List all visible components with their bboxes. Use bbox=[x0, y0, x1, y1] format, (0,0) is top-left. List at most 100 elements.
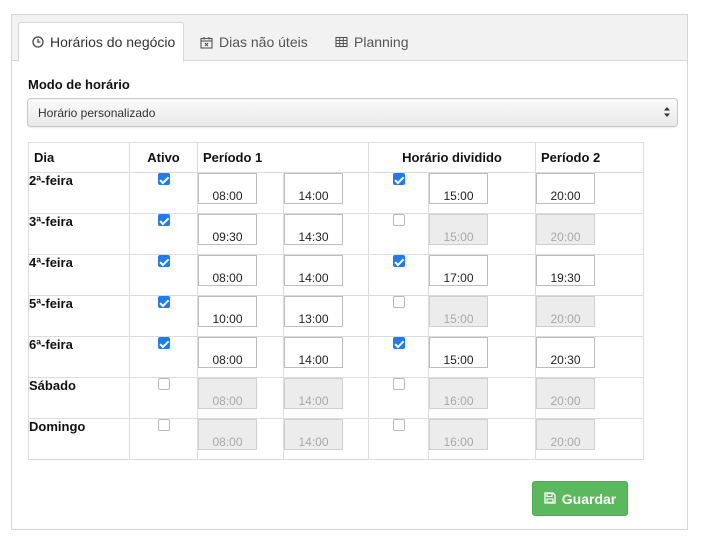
period-1-start-input[interactable]: 08:00 bbox=[198, 255, 257, 286]
tab-label: Dias não úteis bbox=[219, 34, 308, 50]
period-2-start-input[interactable]: 15:00 bbox=[429, 173, 488, 204]
period-2-end-input[interactable]: 20:00 bbox=[536, 296, 595, 327]
period-1-start-input[interactable]: 08:00 bbox=[198, 337, 257, 368]
period-1-end-cell: 14:00 bbox=[283, 172, 369, 214]
tab-label: Horários do negócio bbox=[50, 34, 176, 50]
active-checkbox[interactable] bbox=[157, 255, 170, 267]
schedule-mode-select[interactable]: Horário personalizado bbox=[27, 98, 678, 127]
split-schedule-checkbox[interactable] bbox=[392, 173, 405, 185]
table-row: 5ª-feira 10:00 13:00 15:00 20:00 bbox=[28, 295, 644, 337]
active-checkbox[interactable] bbox=[157, 337, 170, 349]
period-1-end-input[interactable]: 14:00 bbox=[284, 173, 343, 204]
active-checkbox[interactable] bbox=[157, 296, 170, 308]
clock-icon bbox=[32, 36, 44, 48]
active-checkbox[interactable] bbox=[157, 419, 170, 431]
active-checkbox[interactable] bbox=[157, 173, 170, 185]
period-2-end-input[interactable]: 20:00 bbox=[536, 378, 595, 409]
period-1-end-input[interactable]: 14:00 bbox=[284, 419, 343, 450]
period-2-start-cell: 17:00 bbox=[428, 254, 536, 296]
split-schedule-checkbox[interactable] bbox=[392, 337, 405, 349]
day-name: 5ª-feira bbox=[28, 295, 130, 337]
split-cell bbox=[368, 295, 429, 337]
period-2-start-input[interactable]: 17:00 bbox=[429, 255, 488, 286]
table-header-row: Dia Ativo Período 1 Horário dividido Per… bbox=[28, 142, 644, 173]
active-cell bbox=[129, 418, 198, 460]
period-2-end-input[interactable]: 20:30 bbox=[536, 337, 595, 368]
period-2-end-cell: 20:00 bbox=[535, 377, 644, 419]
split-cell bbox=[368, 336, 429, 378]
period-1-end-input[interactable]: 14:00 bbox=[284, 255, 343, 286]
period-2-end-input[interactable]: 19:30 bbox=[536, 255, 595, 286]
period-1-end-input[interactable]: 13:00 bbox=[284, 296, 343, 327]
split-schedule-checkbox[interactable] bbox=[392, 378, 405, 390]
period-2-end-cell: 20:00 bbox=[535, 213, 644, 255]
period-1-start-cell: 08:00 bbox=[197, 254, 284, 296]
period-1-start-input[interactable]: 10:00 bbox=[198, 296, 257, 327]
split-cell bbox=[368, 172, 429, 214]
day-name: 2ª-feira bbox=[28, 172, 130, 214]
split-schedule-checkbox[interactable] bbox=[392, 214, 405, 226]
period-1-end-cell: 14:00 bbox=[283, 254, 369, 296]
day-name: 4ª-feira bbox=[28, 254, 130, 296]
day-name: 6ª-feira bbox=[28, 336, 130, 378]
split-cell bbox=[368, 213, 429, 255]
period-1-start-cell: 10:00 bbox=[197, 295, 284, 337]
calendar-x-icon bbox=[200, 36, 213, 49]
table-row: 6ª-feira 08:00 14:00 15:00 20:30 bbox=[28, 336, 644, 378]
period-2-start-cell: 15:00 bbox=[428, 295, 536, 337]
period-1-start-cell: 08:00 bbox=[197, 418, 284, 460]
active-cell bbox=[129, 336, 198, 378]
tab-label: Planning bbox=[354, 34, 409, 50]
split-schedule-checkbox[interactable] bbox=[392, 419, 405, 431]
period-2-start-input[interactable]: 15:00 bbox=[429, 214, 488, 245]
period-1-start-input[interactable]: 09:30 bbox=[198, 214, 257, 245]
header-active: Ativo bbox=[129, 142, 198, 173]
period-2-start-input[interactable]: 15:00 bbox=[429, 296, 488, 327]
period-1-end-input[interactable]: 14:00 bbox=[284, 378, 343, 409]
period-1-end-cell: 14:30 bbox=[283, 213, 369, 255]
period-2-start-input[interactable]: 16:00 bbox=[429, 419, 488, 450]
table-icon bbox=[335, 36, 348, 48]
table-row: Domingo 08:00 14:00 16:00 20:00 bbox=[28, 418, 644, 460]
active-checkbox[interactable] bbox=[157, 214, 170, 226]
tab-non-working-days[interactable]: Dias não úteis bbox=[199, 22, 319, 62]
active-cell bbox=[129, 295, 198, 337]
day-name: Sábado bbox=[28, 377, 130, 419]
period-2-end-input[interactable]: 20:00 bbox=[536, 419, 595, 450]
period-1-end-cell: 14:00 bbox=[283, 377, 369, 419]
tab-business-hours[interactable]: Horários do negócio bbox=[18, 22, 184, 62]
period-1-end-input[interactable]: 14:30 bbox=[284, 214, 343, 245]
save-button[interactable]: Guardar bbox=[532, 481, 628, 516]
business-hours-panel: Horários do negócio Dias não úteis Plann… bbox=[11, 14, 688, 530]
period-1-end-input[interactable]: 14:00 bbox=[284, 337, 343, 368]
period-2-start-cell: 15:00 bbox=[428, 213, 536, 255]
split-cell bbox=[368, 254, 429, 296]
schedule-mode-label: Modo de horário bbox=[28, 77, 130, 92]
period-2-end-cell: 20:00 bbox=[535, 172, 644, 214]
period-1-start-input[interactable]: 08:00 bbox=[198, 173, 257, 204]
split-schedule-checkbox[interactable] bbox=[392, 296, 405, 308]
period-1-start-cell: 09:30 bbox=[197, 213, 284, 255]
period-1-start-input[interactable]: 08:00 bbox=[198, 419, 257, 450]
tab-bar: Horários do negócio Dias não úteis Plann… bbox=[12, 15, 687, 62]
period-2-start-cell: 15:00 bbox=[428, 172, 536, 214]
period-1-start-input[interactable]: 08:00 bbox=[198, 378, 257, 409]
split-cell bbox=[368, 377, 429, 419]
schedule-table: Dia Ativo Período 1 Horário dividido Per… bbox=[28, 142, 644, 460]
active-checkbox[interactable] bbox=[157, 378, 170, 390]
period-2-end-input[interactable]: 20:00 bbox=[536, 173, 595, 204]
period-2-end-cell: 19:30 bbox=[535, 254, 644, 296]
split-schedule-checkbox[interactable] bbox=[392, 255, 405, 267]
period-2-start-input[interactable]: 15:00 bbox=[429, 337, 488, 368]
save-icon bbox=[544, 491, 556, 507]
table-row: Sábado 08:00 14:00 16:00 20:00 bbox=[28, 377, 644, 419]
period-1-end-cell: 14:00 bbox=[283, 418, 369, 460]
period-2-end-input[interactable]: 20:00 bbox=[536, 214, 595, 245]
schedule-mode-value: Horário personalizado bbox=[38, 106, 156, 120]
period-2-start-cell: 15:00 bbox=[428, 336, 536, 378]
tab-planning[interactable]: Planning bbox=[334, 22, 424, 62]
period-2-start-input[interactable]: 16:00 bbox=[429, 378, 488, 409]
period-1-start-cell: 08:00 bbox=[197, 172, 284, 214]
period-1-end-cell: 13:00 bbox=[283, 295, 369, 337]
split-cell bbox=[368, 418, 429, 460]
